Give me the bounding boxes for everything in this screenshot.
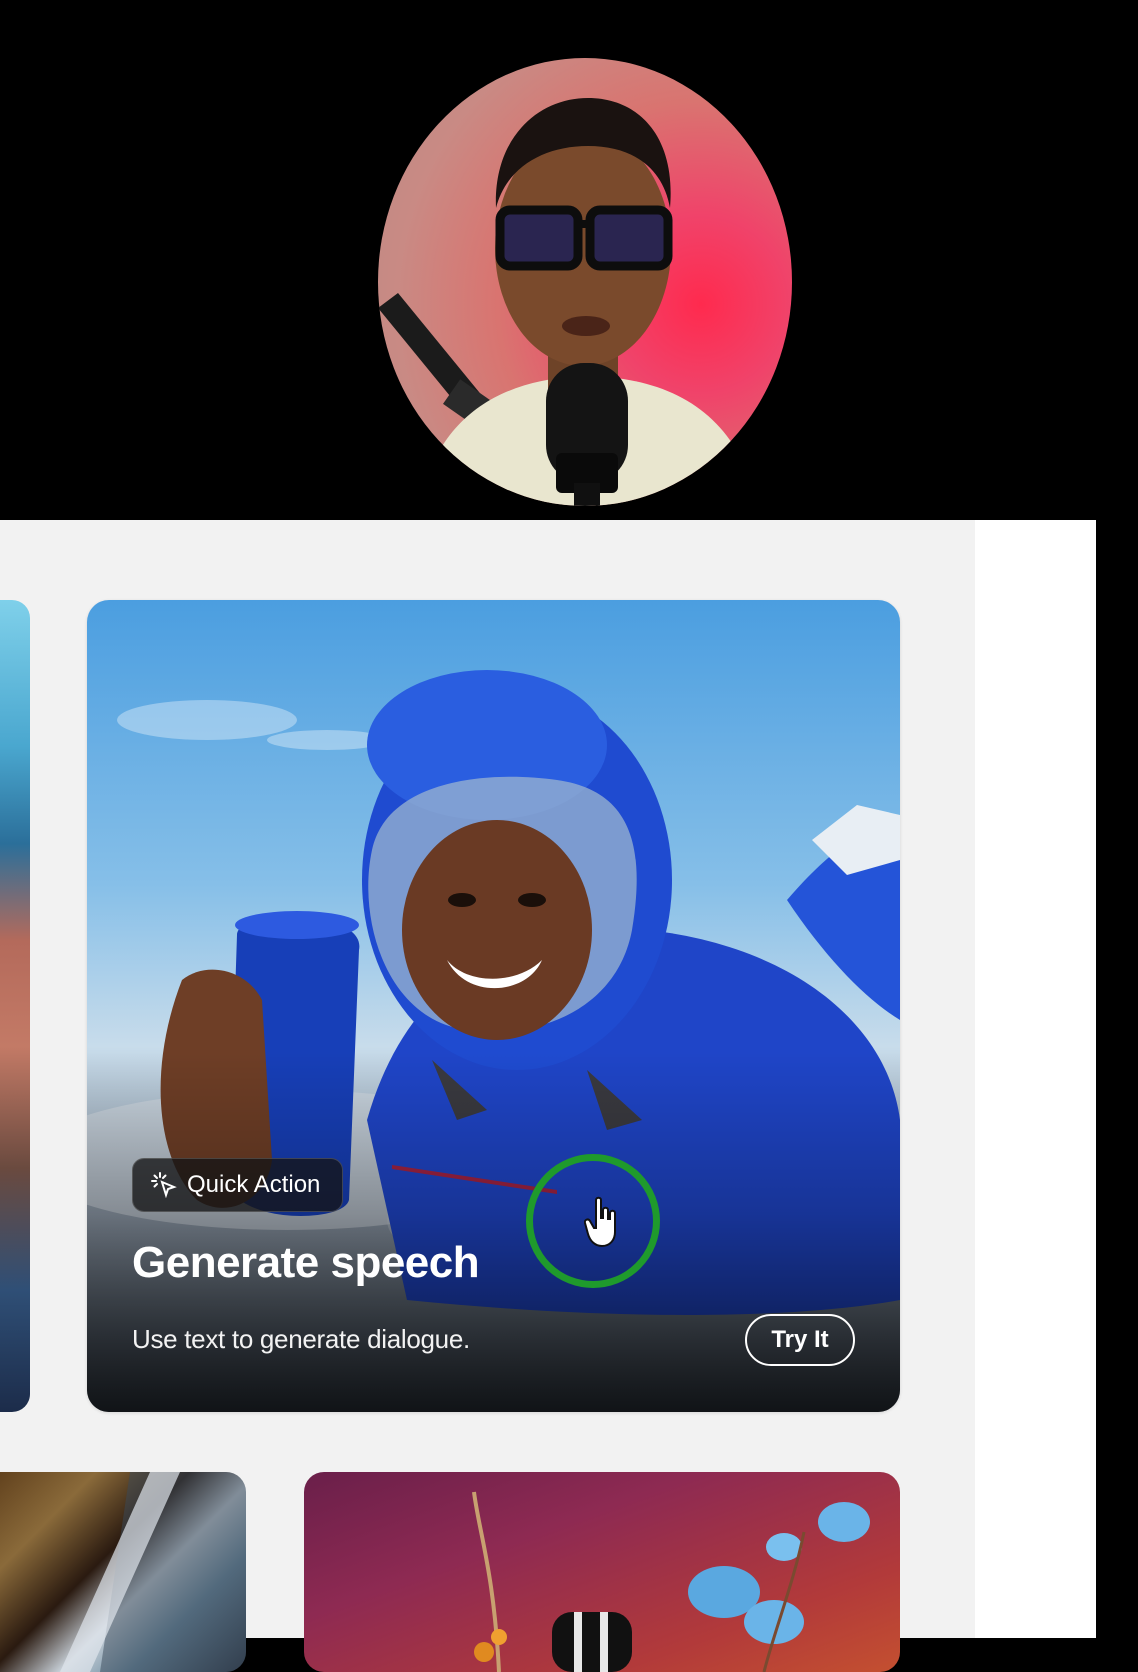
card-description: Use text to generate dialogue. (132, 1324, 470, 1354)
generate-speech-card[interactable]: Quick Action Generate speech Use text to… (87, 600, 900, 1412)
card-title: Generate speech (132, 1238, 480, 1287)
bottom-right-card[interactable] (304, 1472, 900, 1672)
quick-action-badge: Quick Action (132, 1158, 344, 1212)
presenter-image (378, 98, 758, 506)
sparkle-cursor-icon (151, 1172, 177, 1198)
bottom-right-card-image (472, 1491, 870, 1672)
bottom-left-card-image (60, 1472, 246, 1672)
right-gutter (975, 520, 1096, 1638)
hand-pointer-icon (584, 1196, 616, 1248)
bottom-left-card[interactable] (0, 1472, 246, 1672)
try-it-button[interactable]: Try It (745, 1314, 855, 1366)
outer-border (1096, 520, 1138, 1638)
previous-card[interactable] (0, 600, 30, 1412)
quick-action-label: Quick Action (187, 1171, 321, 1198)
video-overlay-area (0, 0, 1138, 520)
presenter-webcam (378, 58, 792, 506)
